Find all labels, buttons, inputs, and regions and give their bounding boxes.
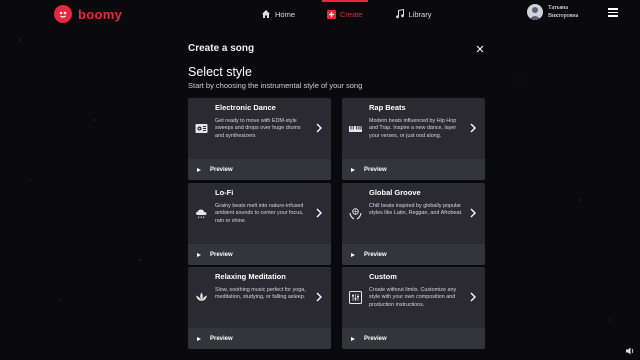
chevron-right-icon[interactable]	[315, 208, 323, 218]
preview-label: Preview	[210, 166, 233, 173]
close-icon[interactable]	[474, 43, 486, 55]
play-icon	[197, 336, 201, 341]
style-card-description: Grainy beats melt into nature-infused am…	[215, 203, 304, 224]
style-card-title: Rap Beats	[369, 103, 406, 112]
preview-button[interactable]: Preview	[342, 328, 485, 349]
style-card-title: Electronic Dance	[215, 103, 276, 112]
play-icon	[197, 167, 201, 172]
play-icon	[197, 252, 201, 257]
music-note-icon	[395, 9, 404, 19]
top-navigation-bar: boomy Home Create Library Татьяна Виктор…	[0, 0, 640, 28]
chevron-right-icon[interactable]	[469, 292, 477, 302]
preview-button[interactable]: Preview	[188, 159, 331, 180]
boomy-logo-icon	[54, 5, 72, 23]
style-card-description: Create without limits. Customize any sty…	[369, 287, 457, 308]
style-card-description: Modern beats influenced by Hip Hop and T…	[369, 118, 457, 139]
nav-create-label: Create	[340, 9, 363, 19]
volume-icon[interactable]	[625, 346, 635, 356]
nav-library-label: Library	[408, 9, 432, 19]
cassette-icon	[195, 124, 208, 133]
brand-logo[interactable]: boomy	[54, 5, 122, 23]
style-card-title: Relaxing Meditation	[215, 272, 286, 281]
chevron-right-icon[interactable]	[315, 292, 323, 302]
play-icon	[351, 336, 355, 341]
keyboard-icon	[349, 126, 362, 132]
nav-library[interactable]: Library	[392, 0, 435, 28]
style-card-custom[interactable]: Custom Create without limits. Customize …	[342, 267, 485, 349]
preview-button[interactable]: Preview	[342, 159, 485, 180]
style-card-title: Custom	[369, 272, 397, 281]
preview-label: Preview	[364, 166, 387, 173]
chevron-right-icon[interactable]	[315, 123, 323, 133]
style-card-lo-fi[interactable]: Lo-Fi Grainy beats melt into nature-infu…	[188, 183, 331, 265]
preview-label: Preview	[210, 335, 233, 342]
play-icon	[351, 167, 355, 172]
lotus-icon	[196, 292, 207, 301]
style-card-description: Get ready to move with EDM-style sweeps …	[215, 118, 301, 139]
style-card-electronic-dance[interactable]: Electronic Dance Get ready to move with …	[188, 98, 331, 180]
step-subheading: Start by choosing the instrumental style…	[188, 81, 363, 90]
user-avatar-icon	[529, 7, 541, 20]
nav-create[interactable]: Create	[322, 0, 368, 28]
user-profile[interactable]: Татьяна Викторовна	[527, 4, 578, 20]
step-heading: Select style	[188, 65, 252, 79]
sliders-icon	[349, 291, 362, 304]
nav-home[interactable]: Home	[258, 0, 298, 28]
cloud-rain-icon	[196, 209, 207, 219]
avatar	[527, 4, 543, 20]
modal-title: Create a song	[188, 43, 255, 54]
hands-globe-icon	[349, 208, 362, 220]
brand-name: boomy	[78, 6, 123, 22]
style-card-relaxing-meditation[interactable]: Relaxing Meditation Slow, soothing music…	[188, 267, 331, 349]
chevron-right-icon[interactable]	[469, 208, 477, 218]
main-nav: Home Create Library	[258, 0, 460, 28]
style-card-title: Global Groove	[369, 188, 421, 197]
style-card-description: Slow, soothing music perfect for yoga, m…	[215, 287, 306, 301]
plus-box-icon	[327, 9, 337, 19]
style-card-description: Chill beats inspired by globally popular…	[369, 203, 463, 217]
style-card-rap-beats[interactable]: Rap Beats Modern beats influenced by Hip…	[342, 98, 485, 180]
preview-button[interactable]: Preview	[188, 328, 331, 349]
user-name: Татьяна Викторовна	[548, 4, 578, 20]
hamburger-menu-icon[interactable]	[608, 8, 618, 19]
user-first-name: Татьяна	[548, 5, 569, 11]
nav-home-label: Home	[275, 9, 296, 19]
preview-label: Preview	[364, 251, 387, 258]
style-card-global-groove[interactable]: Global Groove Chill beats inspired by gl…	[342, 183, 485, 265]
preview-button[interactable]: Preview	[342, 244, 485, 265]
preview-label: Preview	[364, 335, 387, 342]
home-icon	[262, 10, 270, 18]
play-icon	[351, 252, 355, 257]
preview-button[interactable]: Preview	[188, 244, 331, 265]
preview-label: Preview	[210, 251, 233, 258]
user-last-name: Викторовна	[548, 13, 579, 19]
chevron-right-icon[interactable]	[469, 123, 477, 133]
style-card-title: Lo-Fi	[215, 188, 234, 197]
